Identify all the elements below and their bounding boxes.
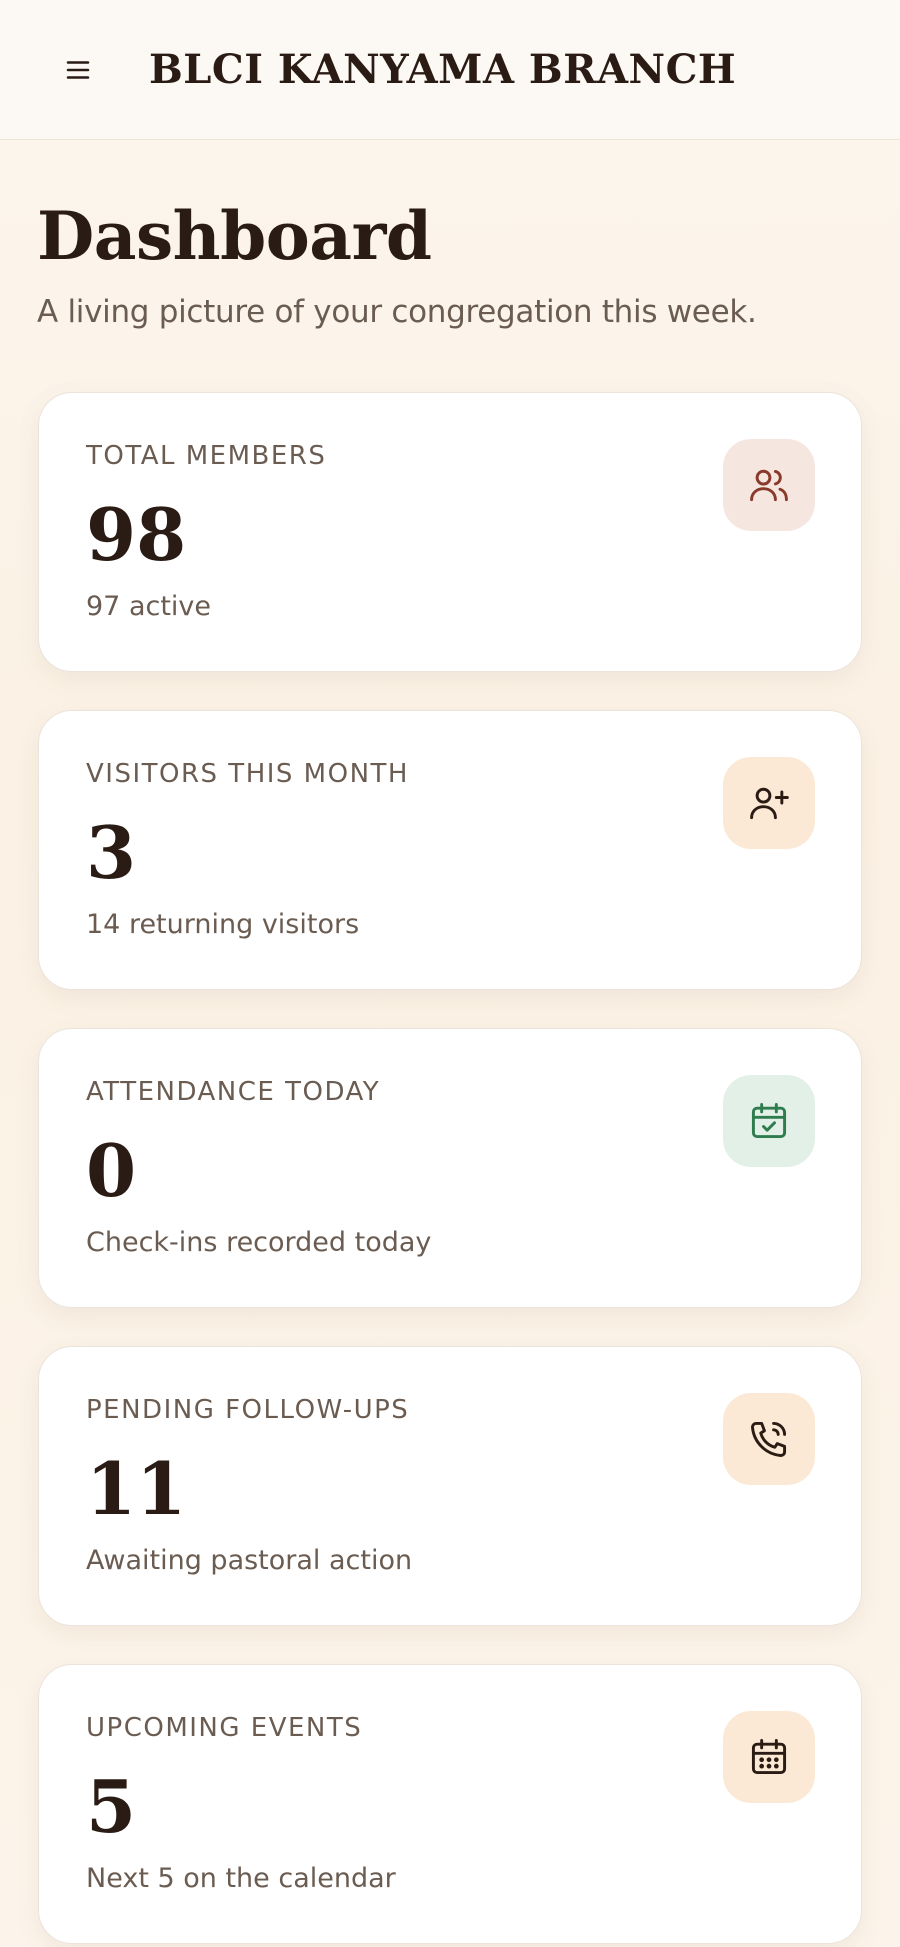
- hamburger-menu-icon: [66, 61, 90, 79]
- stat-card-note: Check-ins recorded today: [86, 1227, 432, 1258]
- page-subtitle: A living picture of your congregation th…: [37, 294, 757, 330]
- calendar-grid-icon: [751, 1739, 787, 1775]
- stat-card-value: 5: [86, 1764, 137, 1849]
- stat-card-attendance[interactable]: ATTENDANCE TODAY 0 Check-ins recorded to…: [38, 1028, 862, 1308]
- stat-card-upcoming-events[interactable]: UPCOMING EVENTS 5 Next 5 on the calendar: [38, 1664, 862, 1944]
- stat-card-icon-badge: [723, 757, 815, 849]
- menu-button[interactable]: [52, 46, 104, 94]
- top-bar: BLCI KANYAMA BRANCH: [0, 0, 900, 140]
- stat-card-visitors[interactable]: VISITORS THIS MONTH 3 14 returning visit…: [38, 710, 862, 990]
- brand-title[interactable]: BLCI KANYAMA BRANCH: [149, 42, 736, 98]
- user-plus-icon: [750, 787, 789, 820]
- page-title: Dashboard: [37, 197, 432, 275]
- stat-card-follow-ups[interactable]: PENDING FOLLOW-UPS 11 Awaiting pastoral …: [38, 1346, 862, 1626]
- stat-card-value: 3: [86, 810, 137, 895]
- stat-card-value: 11: [86, 1446, 187, 1531]
- stat-card-icon-badge: [723, 439, 815, 531]
- calendar-check-icon: [751, 1103, 787, 1139]
- stat-card-label: VISITORS THIS MONTH: [86, 759, 409, 789]
- stat-card-note: 14 returning visitors: [86, 909, 360, 940]
- stat-card-note: Next 5 on the calendar: [86, 1863, 396, 1894]
- stat-card-value: 0: [86, 1128, 137, 1213]
- stat-card-note: 97 active: [86, 591, 212, 622]
- stat-card-icon-badge: [723, 1393, 815, 1485]
- phone-call-icon: [751, 1421, 787, 1457]
- stat-card-label: TOTAL MEMBERS: [86, 441, 327, 471]
- stat-card-value: 98: [86, 492, 187, 577]
- stat-card-label: PENDING FOLLOW-UPS: [86, 1395, 410, 1425]
- stat-card-note: Awaiting pastoral action: [86, 1545, 413, 1576]
- stat-card-label: ATTENDANCE TODAY: [86, 1077, 381, 1107]
- users-icon: [750, 469, 788, 502]
- stat-card-total-members[interactable]: TOTAL MEMBERS 98 97 active: [38, 392, 862, 672]
- stat-card-label: UPCOMING EVENTS: [86, 1713, 363, 1743]
- stat-card-icon-badge: [723, 1711, 815, 1803]
- stat-card-icon-badge: [723, 1075, 815, 1167]
